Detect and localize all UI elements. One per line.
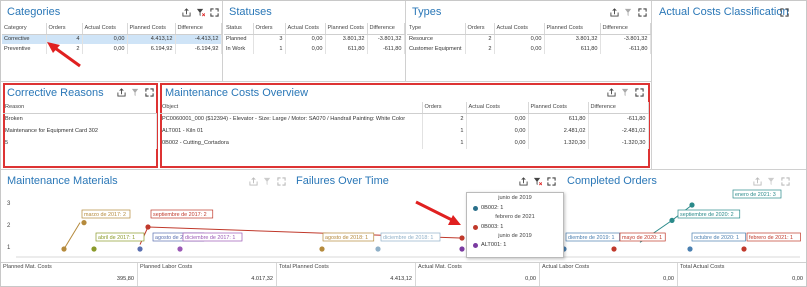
total-cell: Total Planned Costs 4.413,12 — [277, 262, 416, 286]
total-cell: Total Actual Costs 0,00 — [680, 264, 803, 282]
total-cell: Planned Mat. Costs 395,80 — [1, 262, 138, 286]
total-cell: Actual Labor Costs 0,00 — [540, 262, 678, 286]
totals-bar: Planned Mat. Costs 395,80 Planned Labor … — [1, 262, 806, 286]
red-arrow-icon — [415, 200, 461, 225]
red-arrow-icon — [47, 42, 81, 68]
total-cell: Planned Labor Costs 4.017,32 — [138, 262, 277, 286]
divider — [1, 262, 806, 263]
total-cell: Actual Mat. Costs 0,00 — [416, 262, 540, 286]
annotation-arrows — [47, 42, 461, 225]
